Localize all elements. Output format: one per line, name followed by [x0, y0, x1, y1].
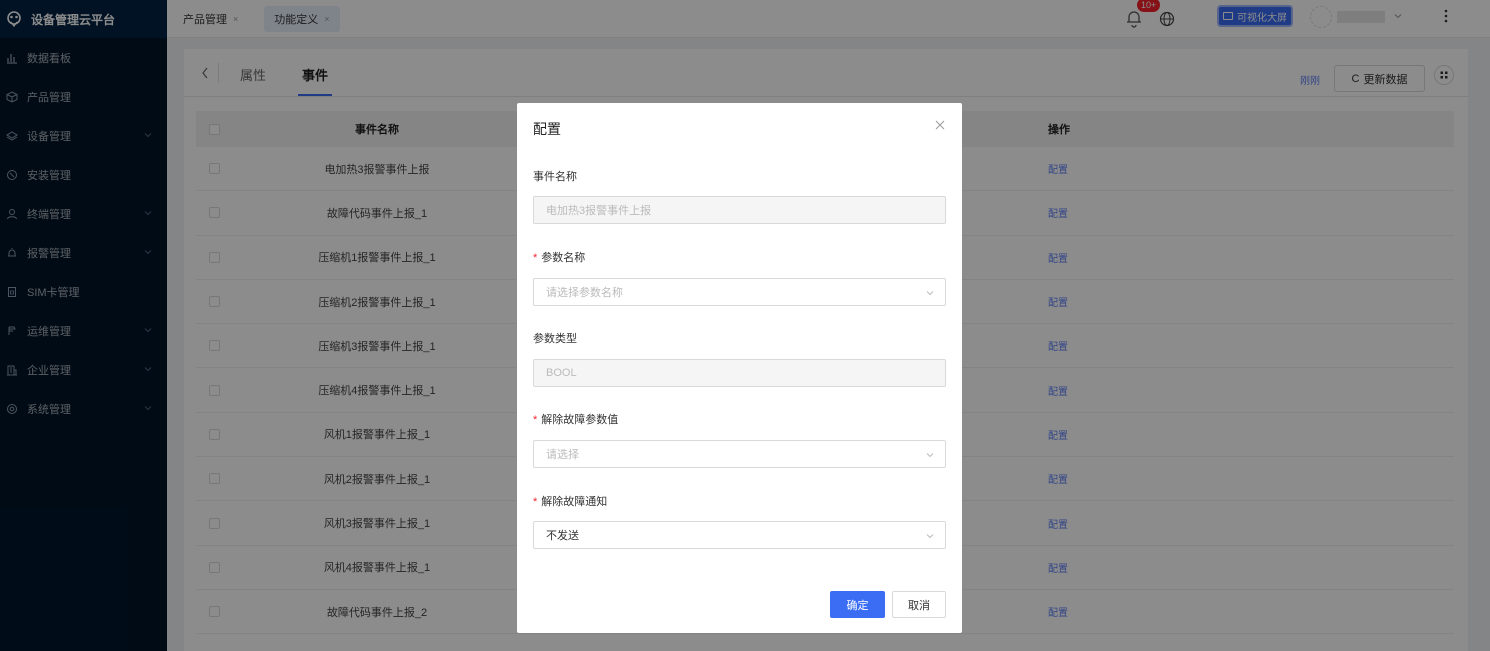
param-name-select[interactable]: 请选择参数名称 — [533, 278, 946, 306]
event-name-field: 电加热3报警事件上报 — [533, 196, 946, 224]
event-name-label: 事件名称 — [533, 171, 577, 183]
param-type-value: BOOL — [546, 367, 577, 379]
modal-title: 配置 — [533, 121, 561, 137]
confirm-button[interactable]: 确定 — [830, 591, 885, 618]
param-name-placeholder: 请选择参数名称 — [546, 287, 623, 299]
event-name-value: 电加热3报警事件上报 — [546, 205, 652, 217]
chevron-down-icon — [926, 291, 934, 296]
config-modal: 配置 事件名称 电加热3报警事件上报 * 参数名称 请选择参数名称 参数类型 BO… — [517, 103, 962, 633]
param-type-field: BOOL — [533, 359, 946, 387]
clear-notify-select[interactable]: 不发送 — [533, 521, 946, 549]
close-icon[interactable] — [934, 119, 946, 131]
clear-notify-label: * 解除故障通知 — [533, 496, 608, 508]
clear-value-label: * 解除故障参数值 — [533, 414, 619, 426]
chevron-down-icon — [926, 534, 934, 539]
param-name-label: * 参数名称 — [533, 252, 586, 264]
clear-value-select[interactable]: 请选择 — [533, 440, 946, 468]
cancel-button[interactable]: 取消 — [892, 591, 946, 618]
clear-value-placeholder: 请选择 — [546, 449, 579, 461]
clear-notify-value: 不发送 — [546, 530, 579, 542]
chevron-down-icon — [926, 453, 934, 458]
param-type-label: 参数类型 — [533, 333, 577, 345]
